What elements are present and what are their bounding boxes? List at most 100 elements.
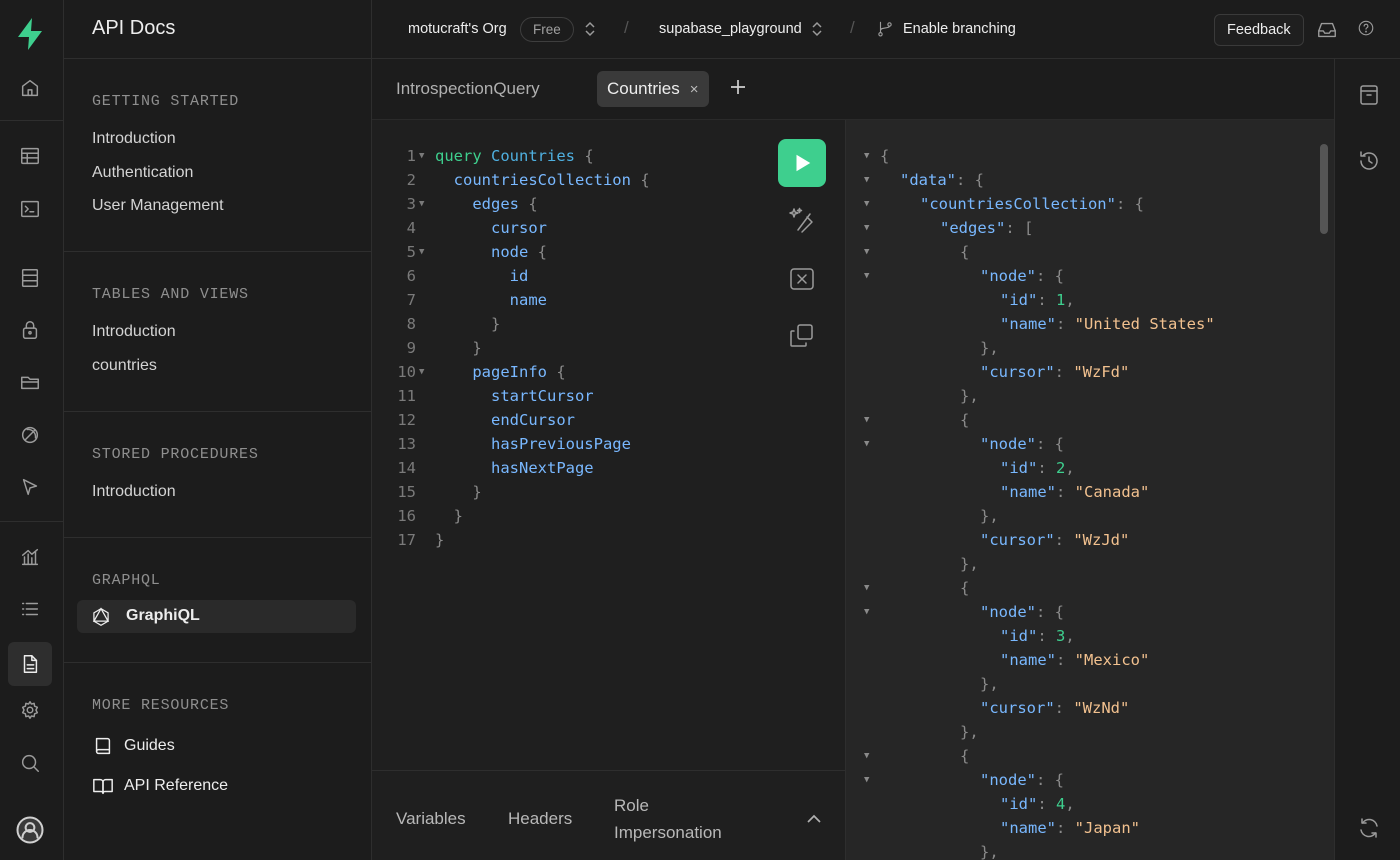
org-switcher-icon[interactable]: [584, 20, 596, 38]
nav-item-introduction[interactable]: Introduction: [92, 130, 176, 148]
result-text: {: [960, 579, 970, 597]
fold-toggle-icon[interactable]: ▼: [419, 144, 424, 168]
fold-toggle-icon[interactable]: ▼: [864, 408, 869, 432]
line-number: 1: [406, 147, 416, 165]
user-avatar-icon[interactable]: [8, 810, 52, 850]
result-text: "id": 2,: [1000, 459, 1075, 477]
feedback-button[interactable]: Feedback: [1214, 14, 1304, 46]
fold-toggle-icon[interactable]: ▼: [419, 360, 424, 384]
result-text: "cursor": "WzFd": [980, 363, 1130, 381]
right-toolbar: [1334, 59, 1400, 860]
home-icon[interactable]: [8, 68, 52, 108]
result-text: },: [980, 843, 999, 860]
history-icon[interactable]: [1357, 149, 1381, 173]
nav-item-authentication[interactable]: Authentication: [92, 164, 193, 182]
result-text: {: [960, 243, 970, 261]
copy-icon[interactable]: [788, 322, 816, 350]
realtime-icon[interactable]: [8, 415, 52, 455]
nav-item-guides[interactable]: Guides: [92, 735, 175, 757]
fold-toggle-icon[interactable]: ▼: [419, 240, 424, 264]
result-text: "node": {: [980, 771, 1064, 789]
sql-editor-icon[interactable]: [8, 189, 52, 229]
table-editor-icon[interactable]: [8, 136, 52, 176]
section-title-graphql: GRAPHQL: [92, 572, 161, 589]
line-number: 6: [406, 267, 416, 285]
tab-role[interactable]: Role: [614, 796, 649, 816]
git-branch-icon: [876, 20, 894, 38]
section-divider: [64, 662, 371, 663]
fold-toggle-icon[interactable]: ▼: [419, 192, 424, 216]
play-icon: [796, 154, 811, 172]
tab-headers[interactable]: Headers: [508, 809, 572, 829]
top-header: API Docs motucraft's Org Free / supabase…: [64, 0, 1400, 59]
prettify-icon[interactable]: [788, 206, 816, 234]
api-docs-icon[interactable]: [8, 642, 52, 686]
fold-toggle-icon[interactable]: ▼: [864, 264, 869, 288]
auth-icon[interactable]: [8, 310, 52, 350]
tab-introspection-query[interactable]: IntrospectionQuery: [396, 71, 540, 107]
storage-icon[interactable]: [8, 362, 52, 402]
header-divider: [371, 0, 372, 59]
fold-toggle-icon[interactable]: ▼: [864, 192, 869, 216]
add-tab-icon[interactable]: [728, 77, 748, 97]
settings-icon[interactable]: [8, 690, 52, 730]
line-number: 2: [406, 171, 416, 189]
line-number: 16: [397, 507, 416, 525]
search-icon[interactable]: [8, 743, 52, 783]
fold-toggle-icon[interactable]: ▼: [864, 768, 869, 792]
refresh-icon[interactable]: [1357, 816, 1381, 840]
code-text: countriesCollection {: [435, 171, 650, 189]
tab-variables[interactable]: Variables: [396, 809, 466, 829]
result-scrollbar[interactable]: [1320, 144, 1328, 234]
nav-item-tables-introduction[interactable]: Introduction: [92, 323, 176, 341]
fold-toggle-icon[interactable]: ▼: [864, 744, 869, 768]
supabase-logo-icon[interactable]: [14, 16, 46, 52]
archive-icon[interactable]: [1357, 83, 1381, 107]
result-text: "id": 3,: [1000, 627, 1075, 645]
inbox-icon[interactable]: [1316, 19, 1338, 41]
tab-countries-label: Countries: [607, 79, 680, 98]
edge-functions-icon[interactable]: [8, 467, 52, 507]
run-query-button[interactable]: [778, 139, 826, 187]
org-selector[interactable]: motucraft's Org: [408, 21, 507, 37]
fold-toggle-icon[interactable]: ▼: [864, 216, 869, 240]
rail-divider: [0, 120, 63, 121]
nav-item-procedures-introduction[interactable]: Introduction: [92, 483, 176, 501]
project-selector[interactable]: supabase_playground: [659, 21, 802, 37]
result-text: },: [960, 723, 979, 741]
nav-item-user-management[interactable]: User Management: [92, 197, 224, 215]
nav-item-countries[interactable]: countries: [92, 357, 157, 375]
query-editor[interactable]: 1 ▼ query Countries {2 countriesCollection…: [372, 120, 845, 770]
tab-impersonation[interactable]: Impersonation: [614, 823, 722, 843]
project-switcher-icon[interactable]: [811, 20, 823, 38]
reports-icon[interactable]: [8, 537, 52, 577]
close-tab-icon[interactable]: ×: [690, 81, 699, 98]
result-text: "countriesCollection": {: [920, 195, 1144, 213]
enable-branching-button[interactable]: Enable branching: [903, 21, 1016, 37]
code-text: endCursor: [435, 411, 575, 429]
breadcrumb-separator: /: [624, 18, 629, 37]
logs-icon[interactable]: [8, 589, 52, 629]
nav-item-api-reference[interactable]: API Reference: [92, 775, 228, 797]
result-viewer[interactable]: ▼ {▼ "data": {▼ "countriesCollection": {▼ "e…: [845, 120, 1334, 860]
tab-countries[interactable]: Countries ×: [597, 71, 709, 107]
nav-item-graphiql-label: GraphiQL: [126, 607, 200, 624]
fold-toggle-icon[interactable]: ▼: [864, 600, 869, 624]
help-icon[interactable]: [1357, 19, 1379, 41]
navigation-rail: [0, 0, 64, 860]
result-text: "cursor": "WzJd": [980, 531, 1130, 549]
fold-toggle-icon[interactable]: ▼: [864, 576, 869, 600]
code-text: name: [435, 291, 547, 309]
merge-fragments-icon[interactable]: [788, 265, 816, 293]
fold-toggle-icon[interactable]: ▼: [864, 168, 869, 192]
fold-toggle-icon[interactable]: ▼: [864, 240, 869, 264]
chevron-up-icon[interactable]: [806, 811, 822, 827]
database-icon[interactable]: [8, 258, 52, 298]
query-tabs: IntrospectionQuery Countries ×: [372, 59, 1334, 120]
fold-toggle-icon[interactable]: ▼: [864, 432, 869, 456]
nav-item-graphiql[interactable]: GraphiQL: [77, 600, 356, 633]
fold-toggle-icon[interactable]: ▼: [864, 144, 869, 168]
result-text: "id": 4,: [1000, 795, 1075, 813]
result-text: "name": "United States": [1000, 315, 1215, 333]
section-divider: [64, 537, 371, 538]
